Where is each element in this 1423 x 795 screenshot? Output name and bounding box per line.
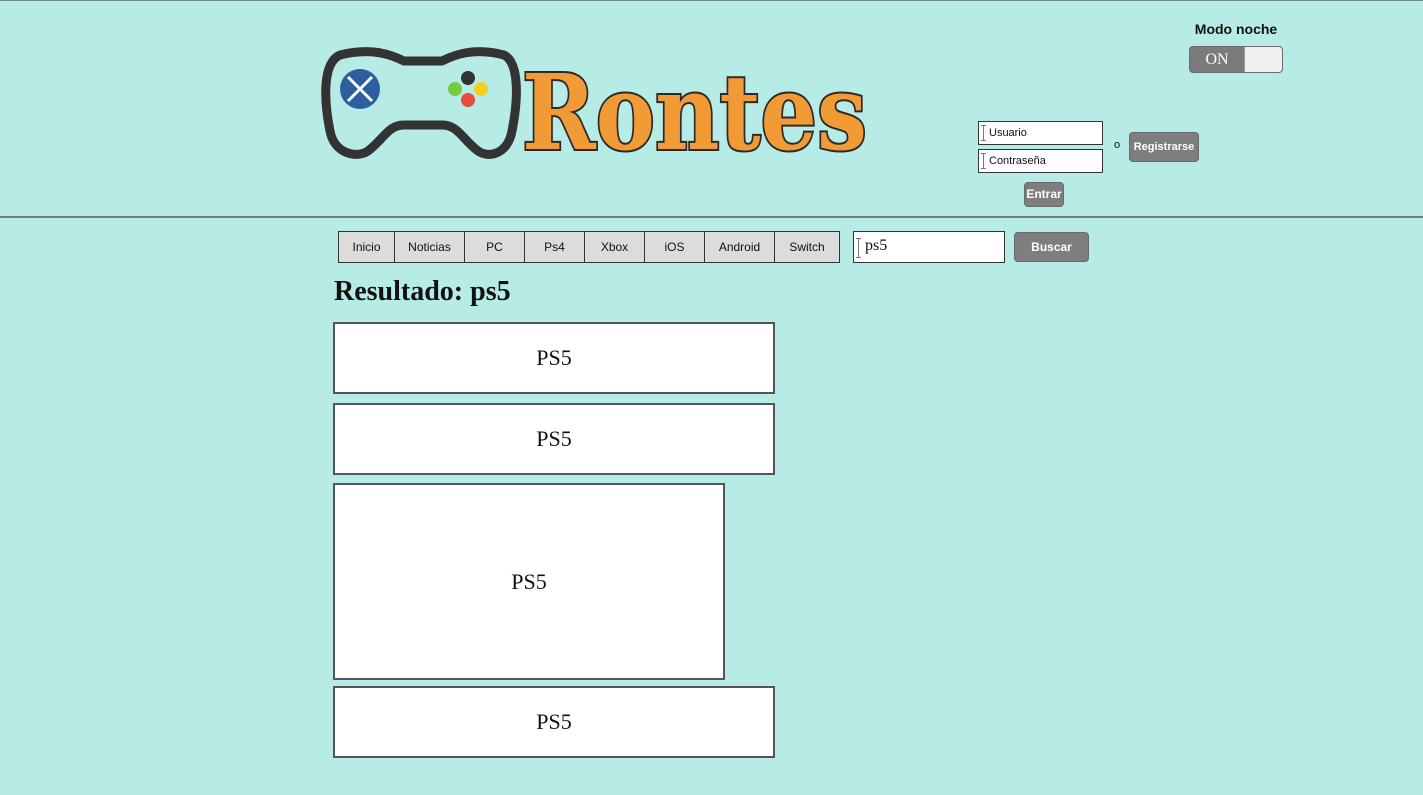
result-card-label: PS5 [536,709,572,734]
nav-item-android[interactable]: Android [705,232,775,262]
site-header: Rontes Modo noche ON o Registrarse Entra… [0,1,1423,218]
nav-item-ios[interactable]: iOS [645,232,705,262]
night-mode: Modo noche ON [1189,21,1283,73]
main-nav: Inicio Noticias PC Ps4 Xbox iOS Android … [338,231,840,263]
nav-item-xbox[interactable]: Xbox [585,232,645,262]
text-cursor-icon [981,153,986,169]
search-input[interactable] [865,234,1001,258]
gamepad-logo-icon: Rontes [321,47,869,166]
or-separator: o [1114,139,1121,151]
username-field[interactable] [989,122,1099,144]
result-card[interactable]: PS5 [333,322,775,394]
username-field-wrapper [978,121,1103,145]
text-cursor-icon [981,125,986,141]
toggle-state-label: ON [1205,51,1229,68]
password-field-wrapper [978,149,1103,173]
result-card[interactable]: PS5 [333,403,775,475]
result-card[interactable]: PS5 [333,483,725,680]
result-card[interactable]: PS5 [333,686,775,758]
results-title: Resultado: ps5 [334,276,511,307]
password-field[interactable] [989,150,1099,172]
nav-item-noticias[interactable]: Noticias [395,232,465,262]
night-mode-label: Modo noche [1194,21,1278,37]
text-cursor-icon [856,238,861,258]
site-logo[interactable]: Rontes [312,41,872,166]
result-card-label: PS5 [536,345,572,370]
night-mode-toggle[interactable]: ON [1189,46,1283,73]
brand-name: Rontes [522,51,867,166]
nav-item-switch[interactable]: Switch [775,232,839,262]
register-button[interactable]: Registrarse [1129,132,1199,162]
result-card-label: PS5 [536,426,572,451]
search-button[interactable]: Buscar [1014,232,1089,262]
login-button[interactable]: Entrar [1024,182,1064,207]
search-box [853,231,1005,263]
toggle-knob[interactable] [1244,47,1282,72]
nav-item-pc[interactable]: PC [465,232,525,262]
nav-item-ps4[interactable]: Ps4 [525,232,585,262]
nav-item-inicio[interactable]: Inicio [339,232,395,262]
result-card-label: PS5 [511,568,547,594]
login-form [978,121,1103,177]
